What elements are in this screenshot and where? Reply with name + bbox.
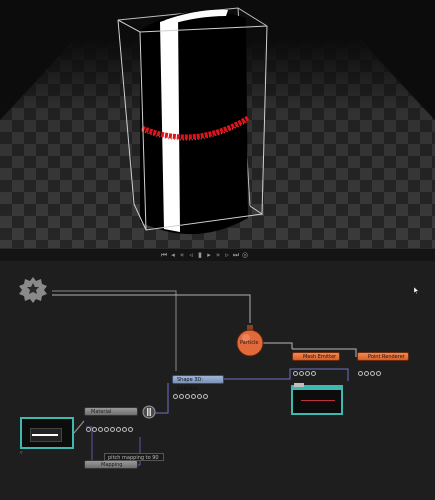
port-icon[interactable] [104,427,109,432]
node-graph[interactable]: Particle Mesh Emitter Point Renderer Sha… [0,261,435,500]
loop-icon[interactable]: ◎ [241,251,249,259]
point-renderer-node[interactable]: Point Renderer [357,352,409,361]
port-icon[interactable] [86,427,91,432]
material-label: Material [91,409,112,415]
port-icon[interactable] [370,371,375,376]
gear-icon[interactable] [18,275,48,305]
port-icon[interactable] [92,427,97,432]
mesh-emitter-node[interactable]: Mesh Emitter [292,352,340,361]
port-icon[interactable] [311,371,316,376]
mesh-emitter-ports [293,361,317,376]
port-icon[interactable] [203,394,208,399]
3d-viewport[interactable] [0,0,435,248]
cylinder-object[interactable] [140,9,250,235]
render-preview[interactable] [291,385,343,415]
material-sphere-icon [142,405,156,419]
transport-bar: ⏮ ◂ « ◃ ▮ ▸ » ▹ ⏭ ◎ [0,248,435,262]
folder-tab-icon [294,383,304,387]
shape-cylinder-node[interactable]: Shape 3D: Cylinder [172,375,224,392]
port-icon[interactable] [122,427,127,432]
rewind-icon[interactable]: « [178,251,186,259]
fast-forward-icon[interactable]: » [214,251,222,259]
skip-start-icon[interactable]: ⏮ [160,251,168,259]
port-icon[interactable] [293,371,298,376]
preview-header [293,387,341,390]
mapping-label: Mapping [101,462,123,468]
mesh-emitter-label: Mesh Emitter [303,354,337,360]
preview-line [301,400,335,401]
texture-preview[interactable] [20,417,74,449]
step-forward-icon[interactable]: ▹ [223,251,231,259]
port-icon[interactable] [110,427,115,432]
port-icon[interactable] [358,371,363,376]
pause-icon[interactable]: ▮ [196,251,204,259]
port-icon[interactable] [197,394,202,399]
status-message: pitch mapping to 90 [104,453,164,461]
port-icon[interactable] [376,371,381,376]
point-renderer-label: Point Renderer [368,354,405,360]
viewport-canvas [0,0,435,248]
port-icon[interactable] [191,394,196,399]
port-icon[interactable] [173,394,178,399]
port-icon[interactable] [179,394,184,399]
port-icon[interactable] [128,427,133,432]
shape-cylinder-ports [173,384,209,399]
port-icon[interactable] [299,371,304,376]
texture-stripe [32,434,58,436]
skip-end-icon[interactable]: ⏭ [232,251,240,259]
port-icon[interactable] [305,371,310,376]
port-icon[interactable] [185,394,190,399]
play-back-icon[interactable]: ◃ [187,251,195,259]
port-icon[interactable] [364,371,369,376]
step-back-icon[interactable]: ◂ [169,251,177,259]
material-ports [86,417,134,432]
mouse-cursor-icon [414,287,419,294]
point-renderer-ports [358,361,382,376]
play-icon[interactable]: ▸ [205,251,213,259]
port-icon[interactable] [98,427,103,432]
texture-port-icon[interactable]: ▿ [20,450,23,456]
material-node[interactable]: Material [84,407,138,416]
port-icon[interactable] [116,427,121,432]
particle-node-label: Particle [240,340,259,346]
